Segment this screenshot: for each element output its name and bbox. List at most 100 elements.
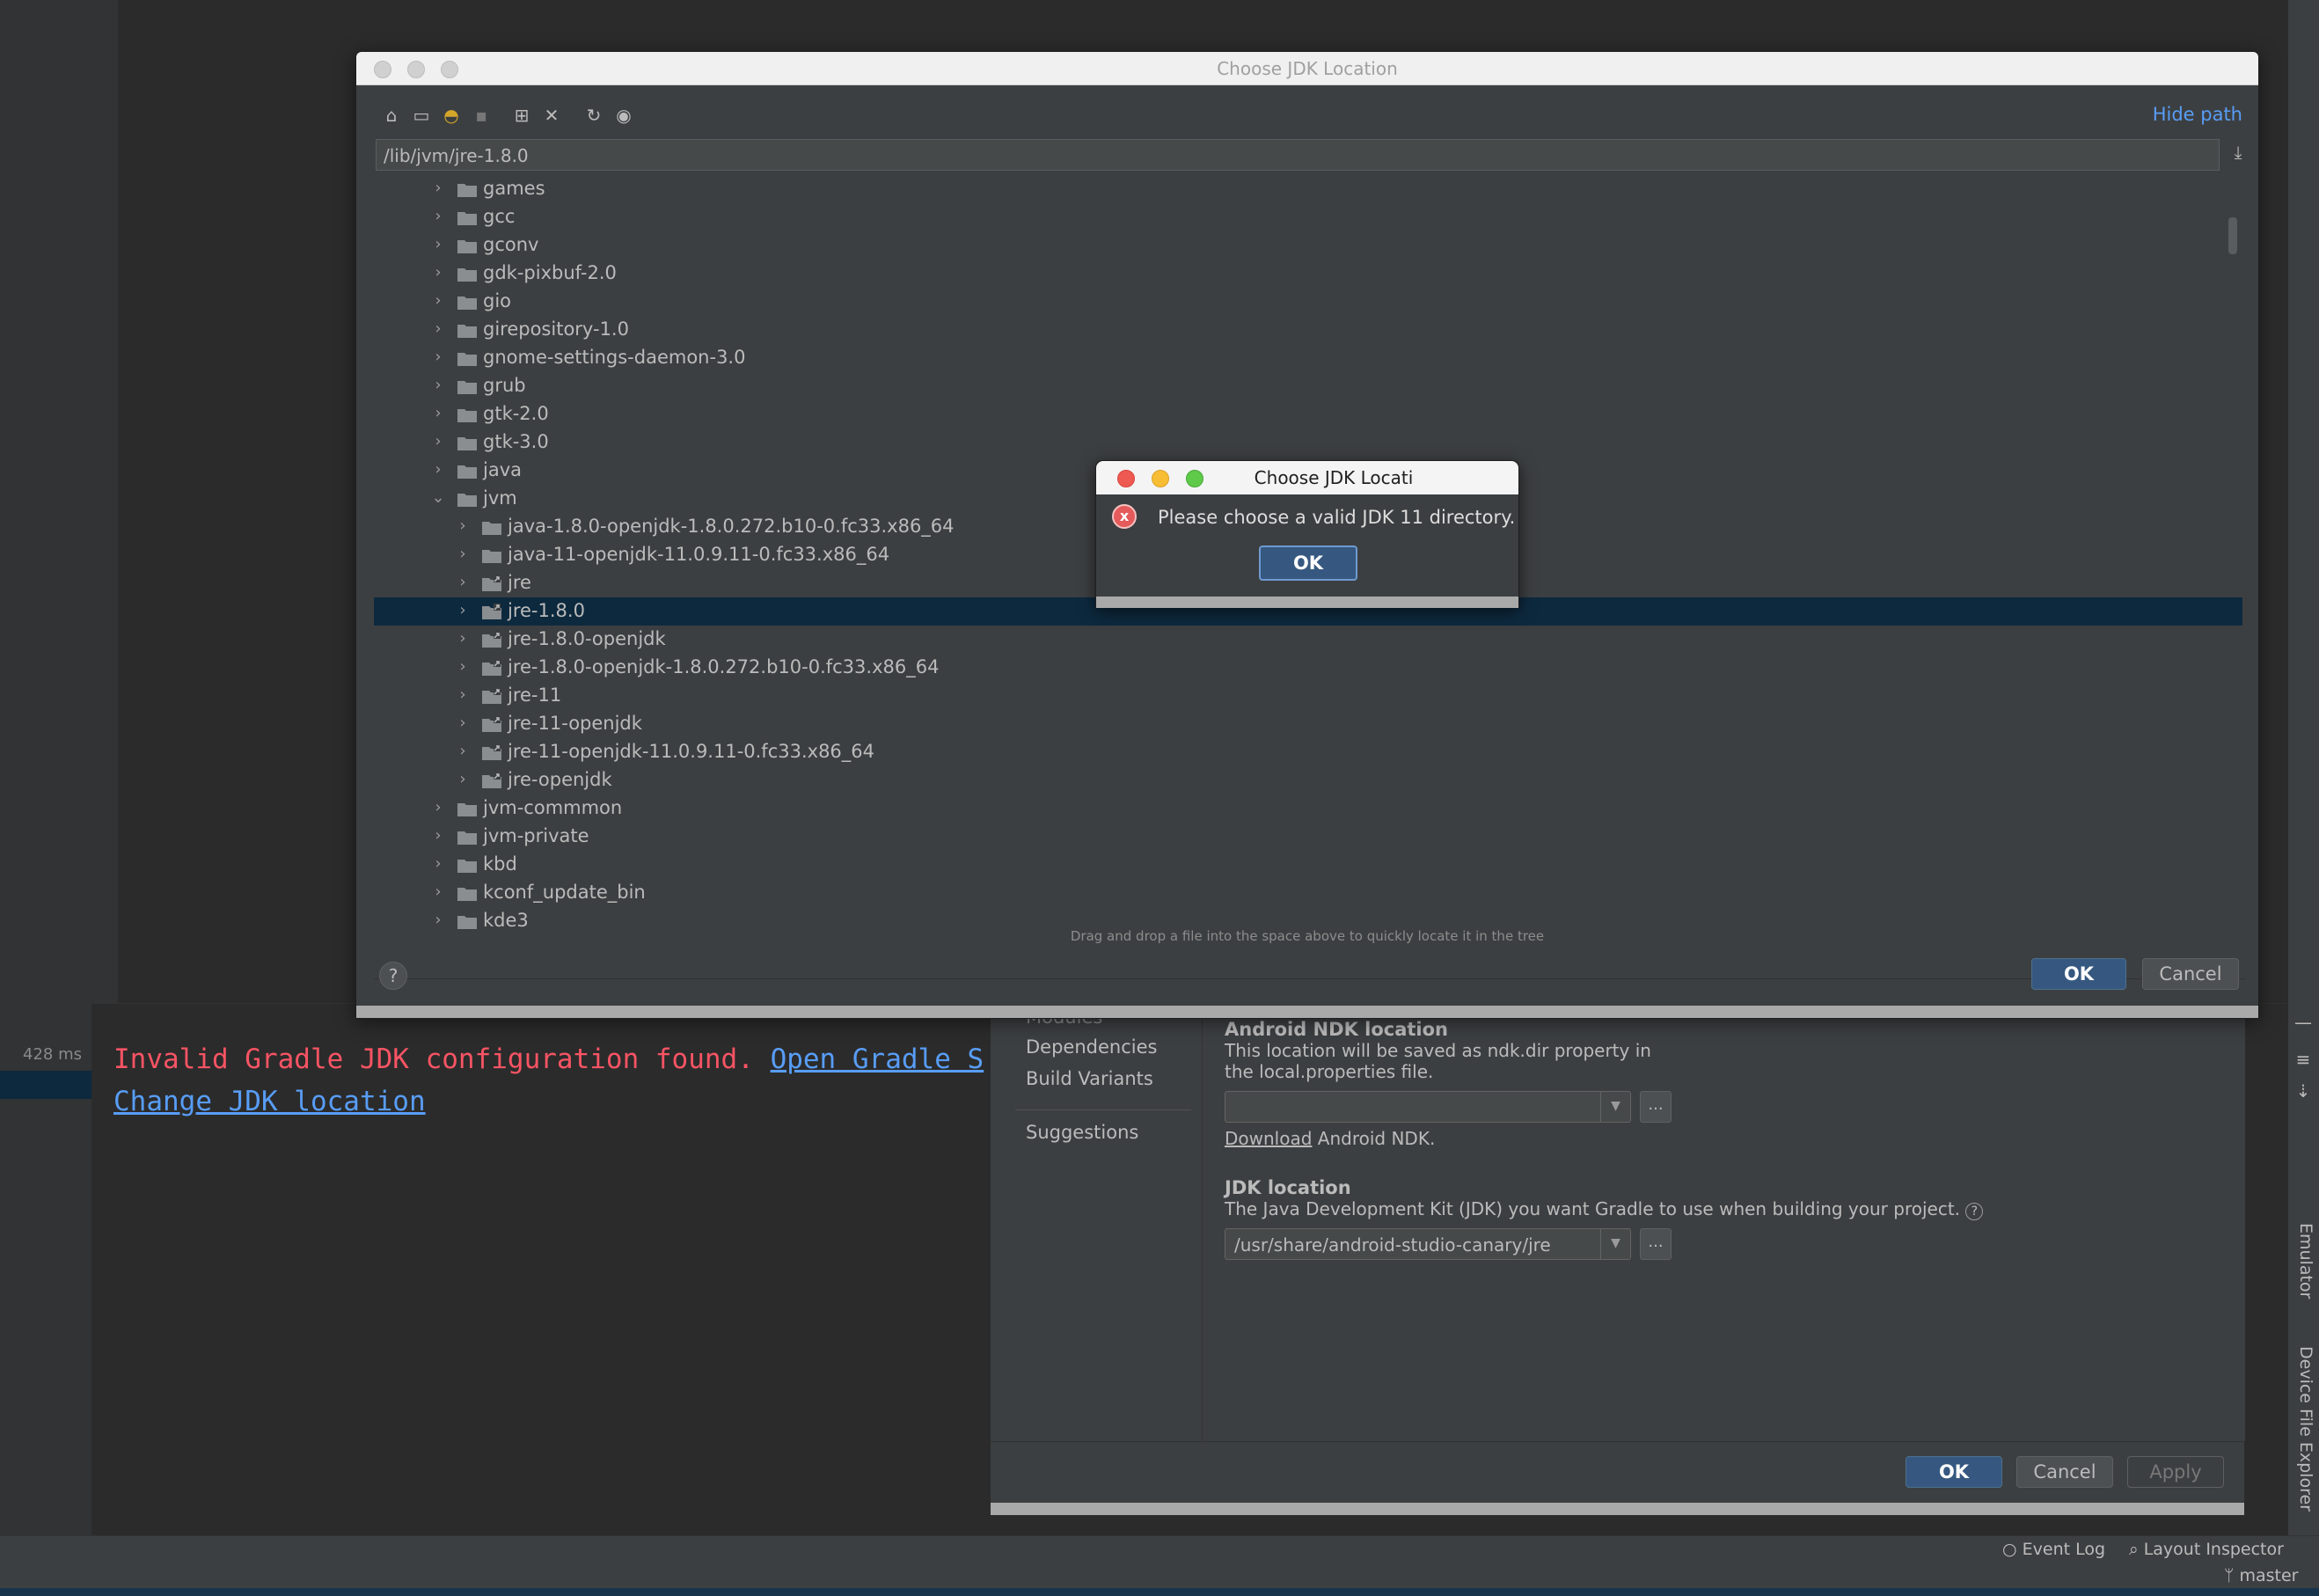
new-folder-icon[interactable]: ⊞ (509, 103, 534, 128)
tree-row[interactable]: › jre-11-openjdk-11.0.9.11-0.fc33.x86_64 (374, 738, 2242, 766)
chevron-down-icon[interactable]: ▼ (1600, 1092, 1630, 1122)
ndk-browse-button[interactable]: ... (1640, 1091, 1672, 1123)
folder-icon (457, 350, 478, 367)
tree-row[interactable]: › jvm-commmon (374, 794, 2242, 823)
wrap-icon[interactable]: ≡ (2293, 1049, 2314, 1070)
tree-row[interactable]: › jre-openjdk (374, 766, 2242, 794)
tree-row[interactable]: › gnome-settings-daemon-3.0 (374, 344, 2242, 372)
tree-row[interactable]: › jre-11 (374, 682, 2242, 710)
dialog-titlebar[interactable]: Choose JDK Location (356, 52, 2258, 85)
chevron-right-icon[interactable]: › (455, 601, 471, 620)
chevron-right-icon[interactable]: › (430, 376, 446, 395)
branch-icon: ᛘ (2224, 1566, 2235, 1585)
path-input[interactable]: /lib/jvm/jre-1.8.0 (376, 139, 2220, 171)
error-ok-button[interactable]: OK (1259, 545, 1357, 581)
fc-ok-button[interactable]: OK (2031, 958, 2126, 990)
tool-device-file-explorer[interactable]: Device File Explorer (2293, 1346, 2315, 1512)
chevron-right-icon[interactable]: › (430, 235, 446, 254)
console-error-text: Invalid Gradle JDK configuration found. (113, 1043, 754, 1075)
help-button[interactable]: ? (379, 962, 407, 990)
home-icon[interactable]: ⌂ (379, 103, 404, 128)
ps-cancel-button[interactable]: Cancel (2016, 1456, 2113, 1488)
error-popup: Choose JDK Locati x Please choose a vali… (1095, 460, 1519, 608)
delete-icon[interactable]: ✕ (539, 103, 564, 128)
chevron-right-icon[interactable]: › (430, 432, 446, 451)
chevron-right-icon[interactable]: › (430, 404, 446, 423)
nav-item-build-variants[interactable]: Build Variants (1026, 1068, 1153, 1089)
fc-cancel-button[interactable]: Cancel (2142, 958, 2239, 990)
chevron-right-icon[interactable]: › (455, 573, 471, 592)
tree-row[interactable]: › gconv (374, 231, 2242, 260)
git-branch-widget[interactable]: ᛘ master (2224, 1566, 2298, 1585)
tree-row[interactable]: › gtk-2.0 (374, 400, 2242, 428)
tree-row[interactable]: › gtk-3.0 (374, 428, 2242, 457)
chevron-right-icon[interactable]: › (455, 714, 471, 733)
tool-emulator[interactable]: Emulator (2293, 1223, 2315, 1299)
chevron-right-icon[interactable]: › (430, 291, 446, 311)
folder-icon (481, 547, 502, 564)
refresh-icon[interactable]: ↻ (582, 103, 606, 128)
chevron-right-icon[interactable]: › (430, 798, 446, 817)
open-gradle-settings-link[interactable]: Open Gradle S (771, 1043, 984, 1075)
help-icon[interactable]: ? (1965, 1203, 1984, 1220)
chevron-right-icon[interactable]: › (430, 207, 446, 226)
chevron-right-icon[interactable]: › (455, 545, 471, 564)
tree-row[interactable]: › kbd (374, 851, 2242, 879)
show-hidden-icon[interactable]: ◉ (611, 103, 636, 128)
chevron-right-icon[interactable]: › (455, 657, 471, 677)
tree-row[interactable]: › gio (374, 288, 2242, 316)
chevron-right-icon[interactable]: › (430, 882, 446, 902)
android-icon[interactable]: ◓ (439, 103, 464, 128)
desktop-icon[interactable]: ▭ (409, 103, 434, 128)
download-ndk-link[interactable]: Download (1225, 1128, 1312, 1149)
tree-scrollbar[interactable] (2228, 217, 2237, 254)
change-jdk-location-link[interactable]: Change JDK location (113, 1086, 426, 1117)
run-selected-row[interactable] (0, 1071, 91, 1099)
chevron-down-icon[interactable]: ⌄ (430, 488, 446, 508)
chevron-right-icon[interactable]: › (455, 516, 471, 536)
tree-row[interactable]: › girepository-1.0 (374, 316, 2242, 344)
tree-row[interactable]: › kconf_update_bin (374, 879, 2242, 907)
scroll-to-end-icon[interactable]: ⇣ (2293, 1080, 2314, 1102)
module-icon[interactable]: ▪ (469, 103, 494, 128)
event-log-button[interactable]: ○ Event Log (2002, 1540, 2105, 1559)
tree-row[interactable]: › jvm-private (374, 823, 2242, 851)
ndk-location-combo[interactable]: ▼ (1225, 1091, 1631, 1123)
chevron-right-icon[interactable]: › (430, 179, 446, 198)
chevron-right-icon[interactable]: › (430, 263, 446, 282)
jdk-location-combo[interactable]: /usr/share/android-studio-canary/jre ▼ (1225, 1228, 1631, 1260)
chevron-right-icon[interactable]: › (430, 348, 446, 367)
ps-ok-button[interactable]: OK (1906, 1456, 2002, 1488)
folder-link-icon (481, 660, 502, 677)
hide-path-link[interactable]: Hide path (2153, 104, 2242, 125)
tree-row[interactable]: › games (374, 175, 2242, 203)
chevron-down-icon[interactable]: ▼ (1600, 1229, 1630, 1259)
tree-row[interactable]: › gdk-pixbuf-2.0 (374, 260, 2242, 288)
chevron-right-icon[interactable]: › (430, 826, 446, 846)
nav-item-suggestions[interactable]: Suggestions (1026, 1122, 1138, 1143)
download-icon[interactable]: ⤓ (2225, 142, 2251, 168)
tree-row[interactable]: › jre-1.8.0-openjdk-1.8.0.272.b10-0.fc33.… (374, 654, 2242, 682)
jdk-browse-button[interactable]: ... (1640, 1228, 1672, 1260)
folder-icon (481, 519, 502, 536)
chevron-right-icon[interactable]: › (430, 911, 446, 930)
error-titlebar[interactable]: Choose JDK Locati (1096, 461, 1518, 494)
layout-inspector-button[interactable]: ⌕ Layout Inspector (2129, 1540, 2284, 1559)
tree-row[interactable]: › jre-11-openjdk (374, 710, 2242, 738)
nav-item-dependencies[interactable]: Dependencies (1026, 1036, 1157, 1058)
minimize-icon[interactable]: — (2293, 1012, 2314, 1033)
chevron-right-icon[interactable]: › (430, 319, 446, 339)
tree-row[interactable]: › jre-1.8.0-openjdk (374, 626, 2242, 654)
tree-row[interactable]: › grub (374, 372, 2242, 400)
chevron-right-icon[interactable]: › (455, 685, 471, 705)
status-bar: ○ Event Log ⌕ Layout Inspector ᛘ master (0, 1535, 2319, 1588)
chevron-right-icon[interactable]: › (455, 742, 471, 761)
chevron-right-icon[interactable]: › (430, 460, 446, 480)
tree-row-label: gdk-pixbuf-2.0 (483, 262, 617, 283)
chevron-right-icon[interactable]: › (455, 770, 471, 789)
chevron-right-icon[interactable]: › (430, 854, 446, 874)
ps-apply-button[interactable]: Apply (2127, 1456, 2224, 1488)
dialog-bottom-edge (991, 1503, 2244, 1515)
chevron-right-icon[interactable]: › (455, 629, 471, 648)
tree-row[interactable]: › gcc (374, 203, 2242, 231)
